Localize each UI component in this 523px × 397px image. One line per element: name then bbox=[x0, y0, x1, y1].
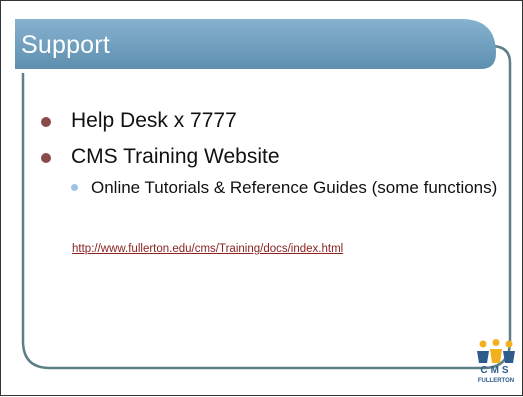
sub-bullet-dot-icon bbox=[71, 184, 78, 191]
bullet-item: Help Desk x 7777 bbox=[39, 109, 499, 133]
slide: Support Help Desk x 7777 CMS Training We… bbox=[0, 0, 523, 396]
frame-border bbox=[21, 44, 512, 370]
bullet-dot-icon bbox=[41, 117, 51, 127]
slide-title: Support bbox=[21, 31, 110, 59]
bullet-text: Help Desk x 7777 bbox=[71, 109, 237, 132]
cms-fullerton-logo: CMS FULLERTON bbox=[473, 339, 519, 389]
bullet-text: CMS Training Website bbox=[71, 145, 280, 168]
sub-bullet-text: Online Tutorials & Reference Guides (som… bbox=[91, 178, 498, 197]
sub-bullet-item: Online Tutorials & Reference Guides (som… bbox=[71, 177, 499, 198]
slide-frame bbox=[15, 19, 512, 370]
training-docs-link[interactable]: http://www.fullerton.edu/cms/Training/do… bbox=[72, 243, 343, 255]
logo-cms-text: CMS bbox=[480, 365, 512, 376]
logo-fullerton-text: FULLERTON bbox=[477, 378, 515, 384]
bullet-list: Help Desk x 7777 CMS Training Website On… bbox=[39, 109, 499, 198]
bullet-item: CMS Training Website bbox=[39, 145, 499, 169]
people-icon bbox=[477, 339, 515, 363]
bullet-dot-icon bbox=[41, 153, 51, 163]
